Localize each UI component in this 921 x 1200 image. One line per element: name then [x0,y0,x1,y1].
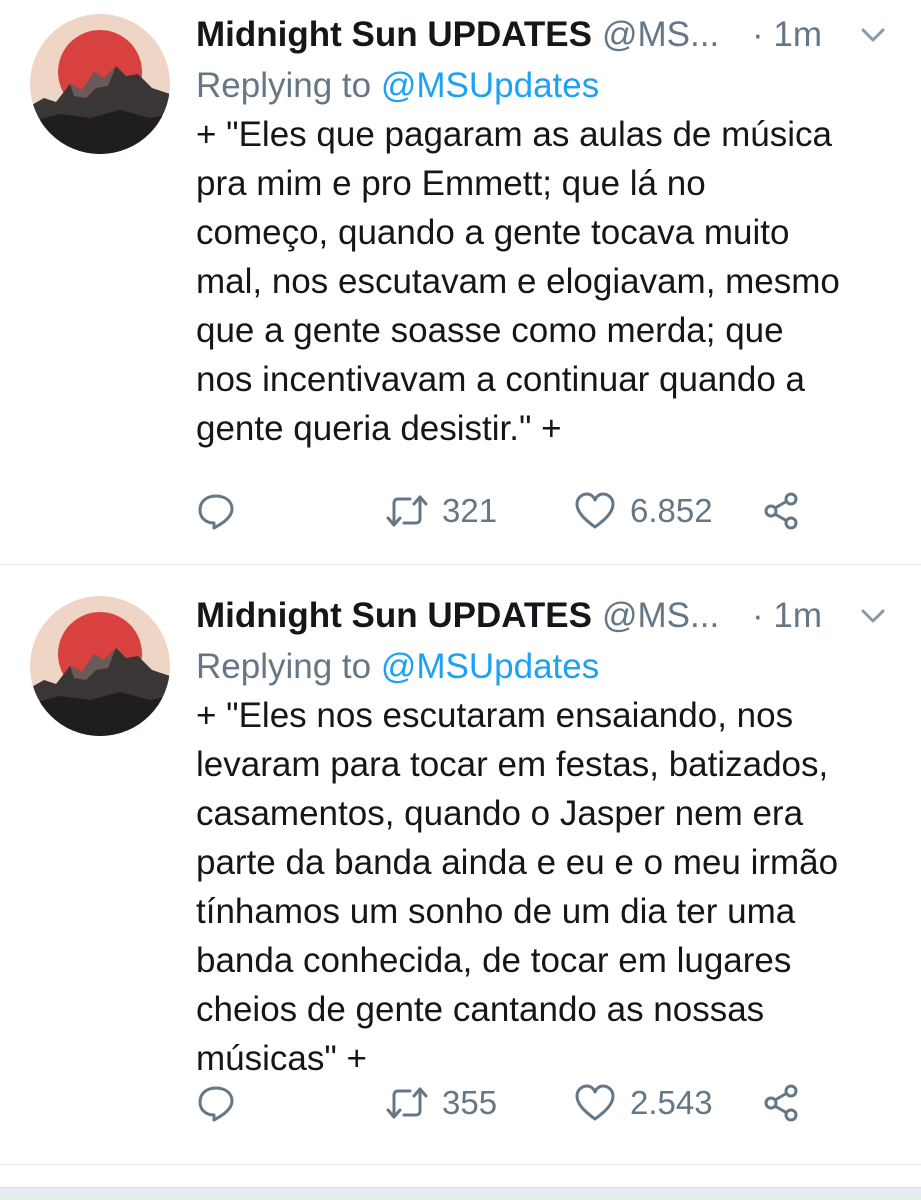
reply-icon [198,1086,234,1122]
tweet[interactable]: Midnight Sun UPDATES @MS... · 1m Replyin… [0,0,921,565]
replying-to: Replying to @MSUpdates [196,645,897,689]
chevron-down-icon[interactable] [858,603,888,629]
like-button[interactable]: 2.543 [574,1078,713,1128]
like-count: 2.543 [630,1084,713,1121]
retweet-icon [386,1087,428,1119]
tweet-text: + "Eles nos escutaram ensaiando, nos lev… [196,696,839,1078]
retweet-count: 355 [442,1084,498,1121]
like-button[interactable]: 6.852 [574,486,713,536]
reply-button[interactable] [196,486,236,536]
tweet-body: Midnight Sun UPDATES @MS... · 1m Replyin… [196,593,897,1083]
share-button[interactable] [762,1078,802,1128]
replying-mention-link[interactable]: @MSUpdates [381,66,599,105]
heart-icon [575,492,615,529]
replying-mention-link[interactable]: @MSUpdates [381,647,599,686]
retweet-icon [386,495,428,527]
retweet-button[interactable]: 321 [386,486,497,536]
share-icon [764,492,798,530]
feed-bottom-divider [0,1187,921,1200]
display-name[interactable]: Midnight Sun UPDATES [196,596,592,636]
retweet-count: 321 [442,492,498,529]
avatar[interactable] [30,596,170,736]
share-button[interactable] [762,486,802,536]
handle[interactable]: @MS... [602,596,719,636]
tweet-text: + "Eles que pagaram as aulas de música p… [196,115,840,448]
avatar[interactable] [30,14,170,154]
tweet-actions: 355 2.543 [196,1078,816,1128]
tweet-header: Midnight Sun UPDATES @MS... · 1m [196,12,897,58]
avatar-image [30,14,170,154]
reply-button[interactable] [196,1078,236,1128]
chevron-down-icon[interactable] [858,22,888,48]
retweet-button[interactable]: 355 [386,1078,497,1128]
replying-prefix: Replying to [196,647,372,686]
reply-icon [198,494,234,530]
tweet-feed: Midnight Sun UPDATES @MS... · 1m Replyin… [0,0,921,1200]
like-count: 6.852 [630,492,713,529]
tweet[interactable]: Midnight Sun UPDATES @MS... · 1m Replyin… [0,565,921,1165]
tweet-actions: 321 6.852 [196,486,816,536]
heart-icon [575,1084,615,1121]
handle[interactable]: @MS... [602,15,719,55]
timestamp[interactable]: · 1m [752,15,822,55]
avatar-image [30,596,170,736]
tweet-body: Midnight Sun UPDATES @MS... · 1m Replyin… [196,12,897,453]
replying-prefix: Replying to [196,66,372,105]
share-icon [764,1084,798,1122]
display-name[interactable]: Midnight Sun UPDATES [196,15,592,55]
replying-to: Replying to @MSUpdates [196,64,897,108]
timestamp[interactable]: · 1m [752,596,822,636]
tweet-header: Midnight Sun UPDATES @MS... · 1m [196,593,897,639]
